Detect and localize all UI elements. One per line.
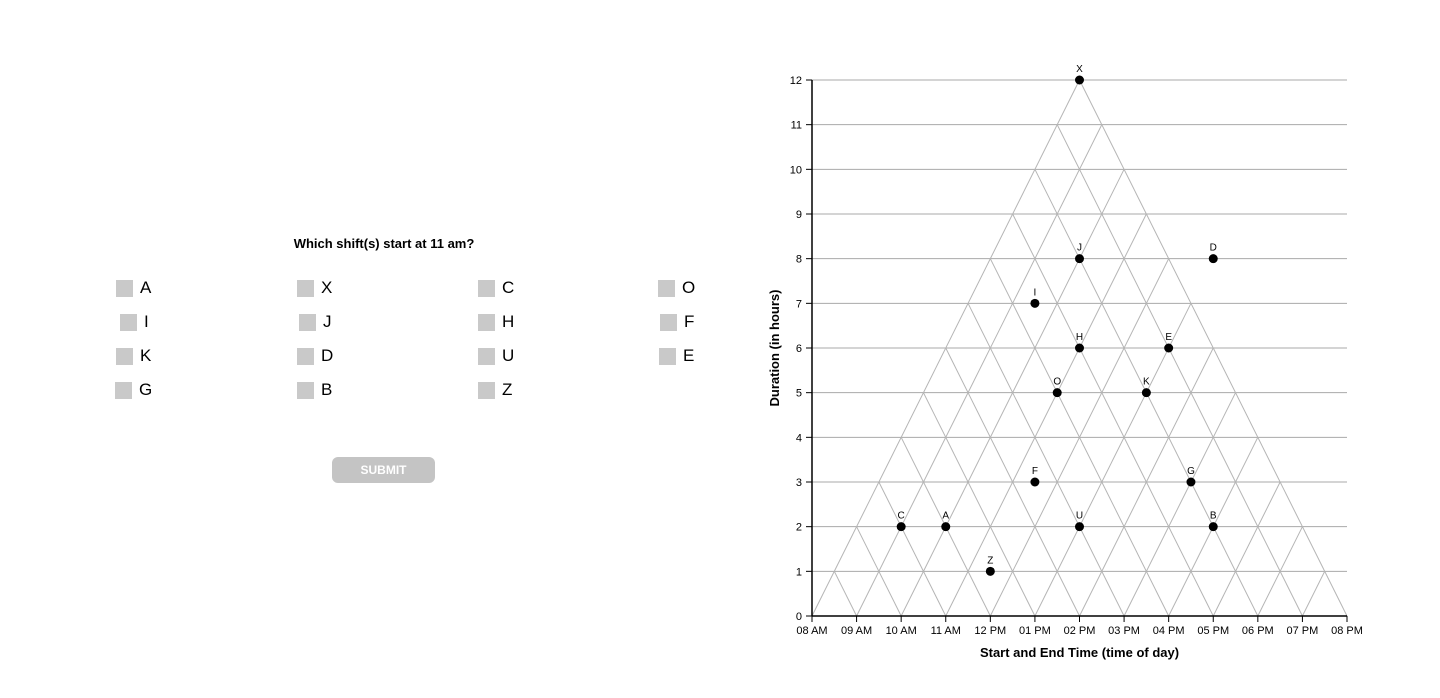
horizontal-gridlines bbox=[812, 79, 1347, 572]
shift-point-k bbox=[1141, 388, 1151, 398]
point-label: X bbox=[1076, 64, 1083, 75]
y-axis-title: Duration (in hours) bbox=[767, 290, 782, 407]
y-tick-label: 1 bbox=[796, 566, 802, 578]
shift-chart: 012345678910111208 AM 09 AM 10 AM 11 AM 12 P… bbox=[767, 64, 1363, 660]
data-points: X J D I H E O K F G C A U B Z bbox=[896, 64, 1218, 576]
x-tick-label: 01 PM bbox=[1019, 625, 1051, 637]
point-label: O bbox=[1053, 377, 1061, 388]
shift-point-a bbox=[941, 522, 951, 532]
point-label: A bbox=[942, 511, 949, 522]
x-tick-label: 09 AM bbox=[841, 625, 872, 637]
y-tick-label: 5 bbox=[796, 388, 802, 400]
y-tick-label: 10 bbox=[790, 164, 802, 176]
y-tick-label: 3 bbox=[796, 477, 802, 489]
x-tick-label: 03 PM bbox=[1108, 625, 1140, 637]
point-label: G bbox=[1187, 466, 1195, 477]
end-time-line bbox=[923, 392, 1036, 617]
point-label: B bbox=[1210, 511, 1217, 522]
point-label: U bbox=[1076, 511, 1083, 522]
shift-point-i bbox=[1030, 298, 1040, 308]
y-tick-label: 6 bbox=[796, 343, 802, 355]
point-label: Z bbox=[987, 555, 993, 566]
x-tick-label: 06 PM bbox=[1242, 625, 1274, 637]
end-time-line bbox=[878, 481, 947, 617]
shift-point-e bbox=[1164, 343, 1174, 353]
x-tick-label: 10 AM bbox=[886, 625, 917, 637]
y-tick-label: 8 bbox=[796, 254, 802, 266]
end-time-line bbox=[833, 571, 858, 617]
shift-point-x bbox=[1075, 75, 1084, 85]
start-time-line bbox=[1212, 481, 1281, 617]
y-tick-label: 4 bbox=[796, 432, 802, 444]
x-tick-label: 08 PM bbox=[1331, 625, 1363, 637]
x-axis-title: Start and End Time (time of day) bbox=[980, 645, 1179, 660]
x-tick-label: 12 PM bbox=[974, 625, 1006, 637]
point-label: I bbox=[1034, 287, 1037, 298]
point-label: D bbox=[1210, 243, 1217, 254]
y-tick-label: 9 bbox=[796, 209, 802, 221]
shift-point-h bbox=[1075, 343, 1084, 353]
shift-point-d bbox=[1208, 254, 1218, 264]
x-tick-label: 08 AM bbox=[796, 625, 827, 637]
start-time-line bbox=[945, 213, 1147, 617]
point-label: J bbox=[1077, 243, 1082, 254]
point-label: F bbox=[1032, 466, 1038, 477]
shift-point-g bbox=[1186, 477, 1196, 487]
point-label: C bbox=[898, 511, 905, 522]
x-tick-label: 02 PM bbox=[1064, 625, 1096, 637]
point-label: H bbox=[1076, 332, 1083, 343]
point-label: K bbox=[1143, 377, 1150, 388]
shift-point-u bbox=[1075, 522, 1084, 532]
y-tick-label: 7 bbox=[796, 298, 802, 310]
x-tick-label: 07 PM bbox=[1287, 625, 1319, 637]
y-tick-label: 12 bbox=[790, 75, 802, 87]
shift-point-b bbox=[1208, 522, 1218, 532]
start-time-line bbox=[1123, 392, 1236, 617]
shift-point-f bbox=[1030, 477, 1040, 487]
point-label: E bbox=[1165, 332, 1172, 343]
y-tick-label: 0 bbox=[796, 611, 802, 623]
y-ticks: 0123456789101112 bbox=[790, 75, 812, 623]
x-tick-label: 05 PM bbox=[1197, 625, 1229, 637]
y-tick-label: 2 bbox=[796, 522, 802, 534]
y-tick-label: 11 bbox=[791, 120, 802, 132]
end-time-line bbox=[1012, 213, 1214, 617]
shift-point-j bbox=[1075, 254, 1084, 264]
start-time-line bbox=[856, 124, 1103, 617]
end-time-line bbox=[1056, 124, 1303, 617]
shift-point-z bbox=[985, 566, 995, 576]
shift-point-c bbox=[896, 522, 906, 532]
start-time-line bbox=[1301, 571, 1326, 617]
shift-point-o bbox=[1052, 388, 1062, 398]
x-tick-label: 11 AM bbox=[931, 625, 961, 637]
x-ticks: 08 AM 09 AM 10 AM 11 AM 12 PM 01 PM 02 PM 03 PM… bbox=[796, 616, 1363, 637]
x-tick-label: 04 PM bbox=[1153, 625, 1185, 637]
